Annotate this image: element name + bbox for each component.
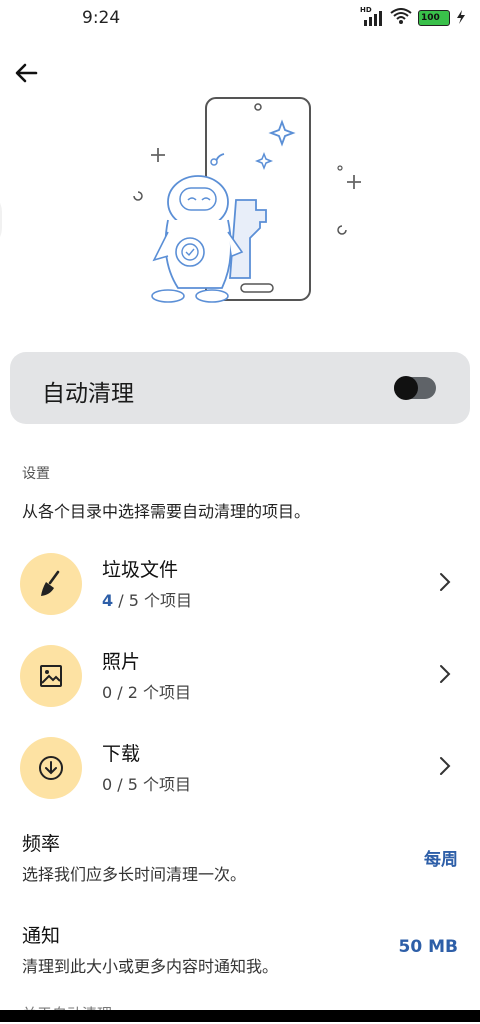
- status-icons: HD 100: [360, 6, 466, 28]
- frequency-title: 频率: [22, 833, 61, 855]
- download-icon: [20, 737, 82, 799]
- category-count: 0 / 2 个项目: [102, 679, 191, 703]
- auto-clean-label: 自动清理: [42, 381, 134, 407]
- signal-icon: HD: [360, 6, 384, 26]
- notification-value[interactable]: 50 MB: [399, 937, 458, 957]
- total-count: / 2 个项目: [112, 683, 192, 702]
- category-title: 照片: [102, 651, 141, 673]
- image-icon: [20, 645, 82, 707]
- status-bar: 9:24 HD 100: [0, 0, 480, 34]
- wifi-icon: [390, 8, 412, 28]
- arrow-left-icon: [15, 63, 38, 83]
- category-junk-files[interactable]: 垃圾文件 4 / 5 个项目: [0, 553, 480, 633]
- notification-title: 通知: [22, 925, 61, 947]
- navigation-bar: [0, 1010, 480, 1022]
- frequency-value[interactable]: 每周: [424, 845, 458, 870]
- back-button[interactable]: [10, 58, 42, 90]
- selected-count: 0: [102, 683, 113, 702]
- frequency-setting[interactable]: 频率 选择我们应多长时间清理一次。 每周: [0, 829, 480, 893]
- total-count: / 5 个项目: [113, 591, 192, 610]
- settings-section-description: 从各个目录中选择需要自动清理的项目。: [22, 502, 311, 521]
- notification-description: 清理到此大小或更多内容时通知我。: [22, 957, 279, 976]
- chevron-right-icon: [440, 757, 451, 775]
- category-downloads[interactable]: 下载 0 / 5 个项目: [0, 737, 480, 817]
- category-count: 0 / 5 个项目: [102, 771, 191, 795]
- chevron-right-icon: [440, 665, 451, 683]
- robot-cleaning-illustration: [118, 92, 368, 310]
- chevron-right-icon: [440, 573, 451, 591]
- frequency-description: 选择我们应多长时间清理一次。: [22, 865, 247, 884]
- switch-knob: [394, 376, 418, 400]
- battery-icon: 100: [418, 10, 450, 26]
- selected-count: 4: [102, 591, 114, 610]
- category-photos[interactable]: 照片 0 / 2 个项目: [0, 645, 480, 725]
- category-count: 4 / 5 个项目: [102, 587, 192, 611]
- category-title: 下载: [102, 743, 141, 765]
- battery-level: 100: [421, 13, 440, 23]
- auto-clean-toggle-card[interactable]: 自动清理: [10, 352, 470, 424]
- total-count: / 5 个项目: [112, 775, 192, 794]
- charging-icon: [456, 9, 466, 28]
- settings-section-label: 设置: [22, 466, 50, 482]
- category-title: 垃圾文件: [102, 559, 179, 581]
- notification-setting[interactable]: 通知 清理到此大小或更多内容时通知我。 50 MB: [0, 921, 480, 985]
- network-label: HD: [360, 6, 372, 14]
- broom-icon: [20, 553, 82, 615]
- edge-handle: [0, 190, 2, 250]
- auto-clean-switch[interactable]: [394, 376, 436, 400]
- status-time: 9:24: [82, 8, 121, 28]
- selected-count: 0: [102, 775, 113, 794]
